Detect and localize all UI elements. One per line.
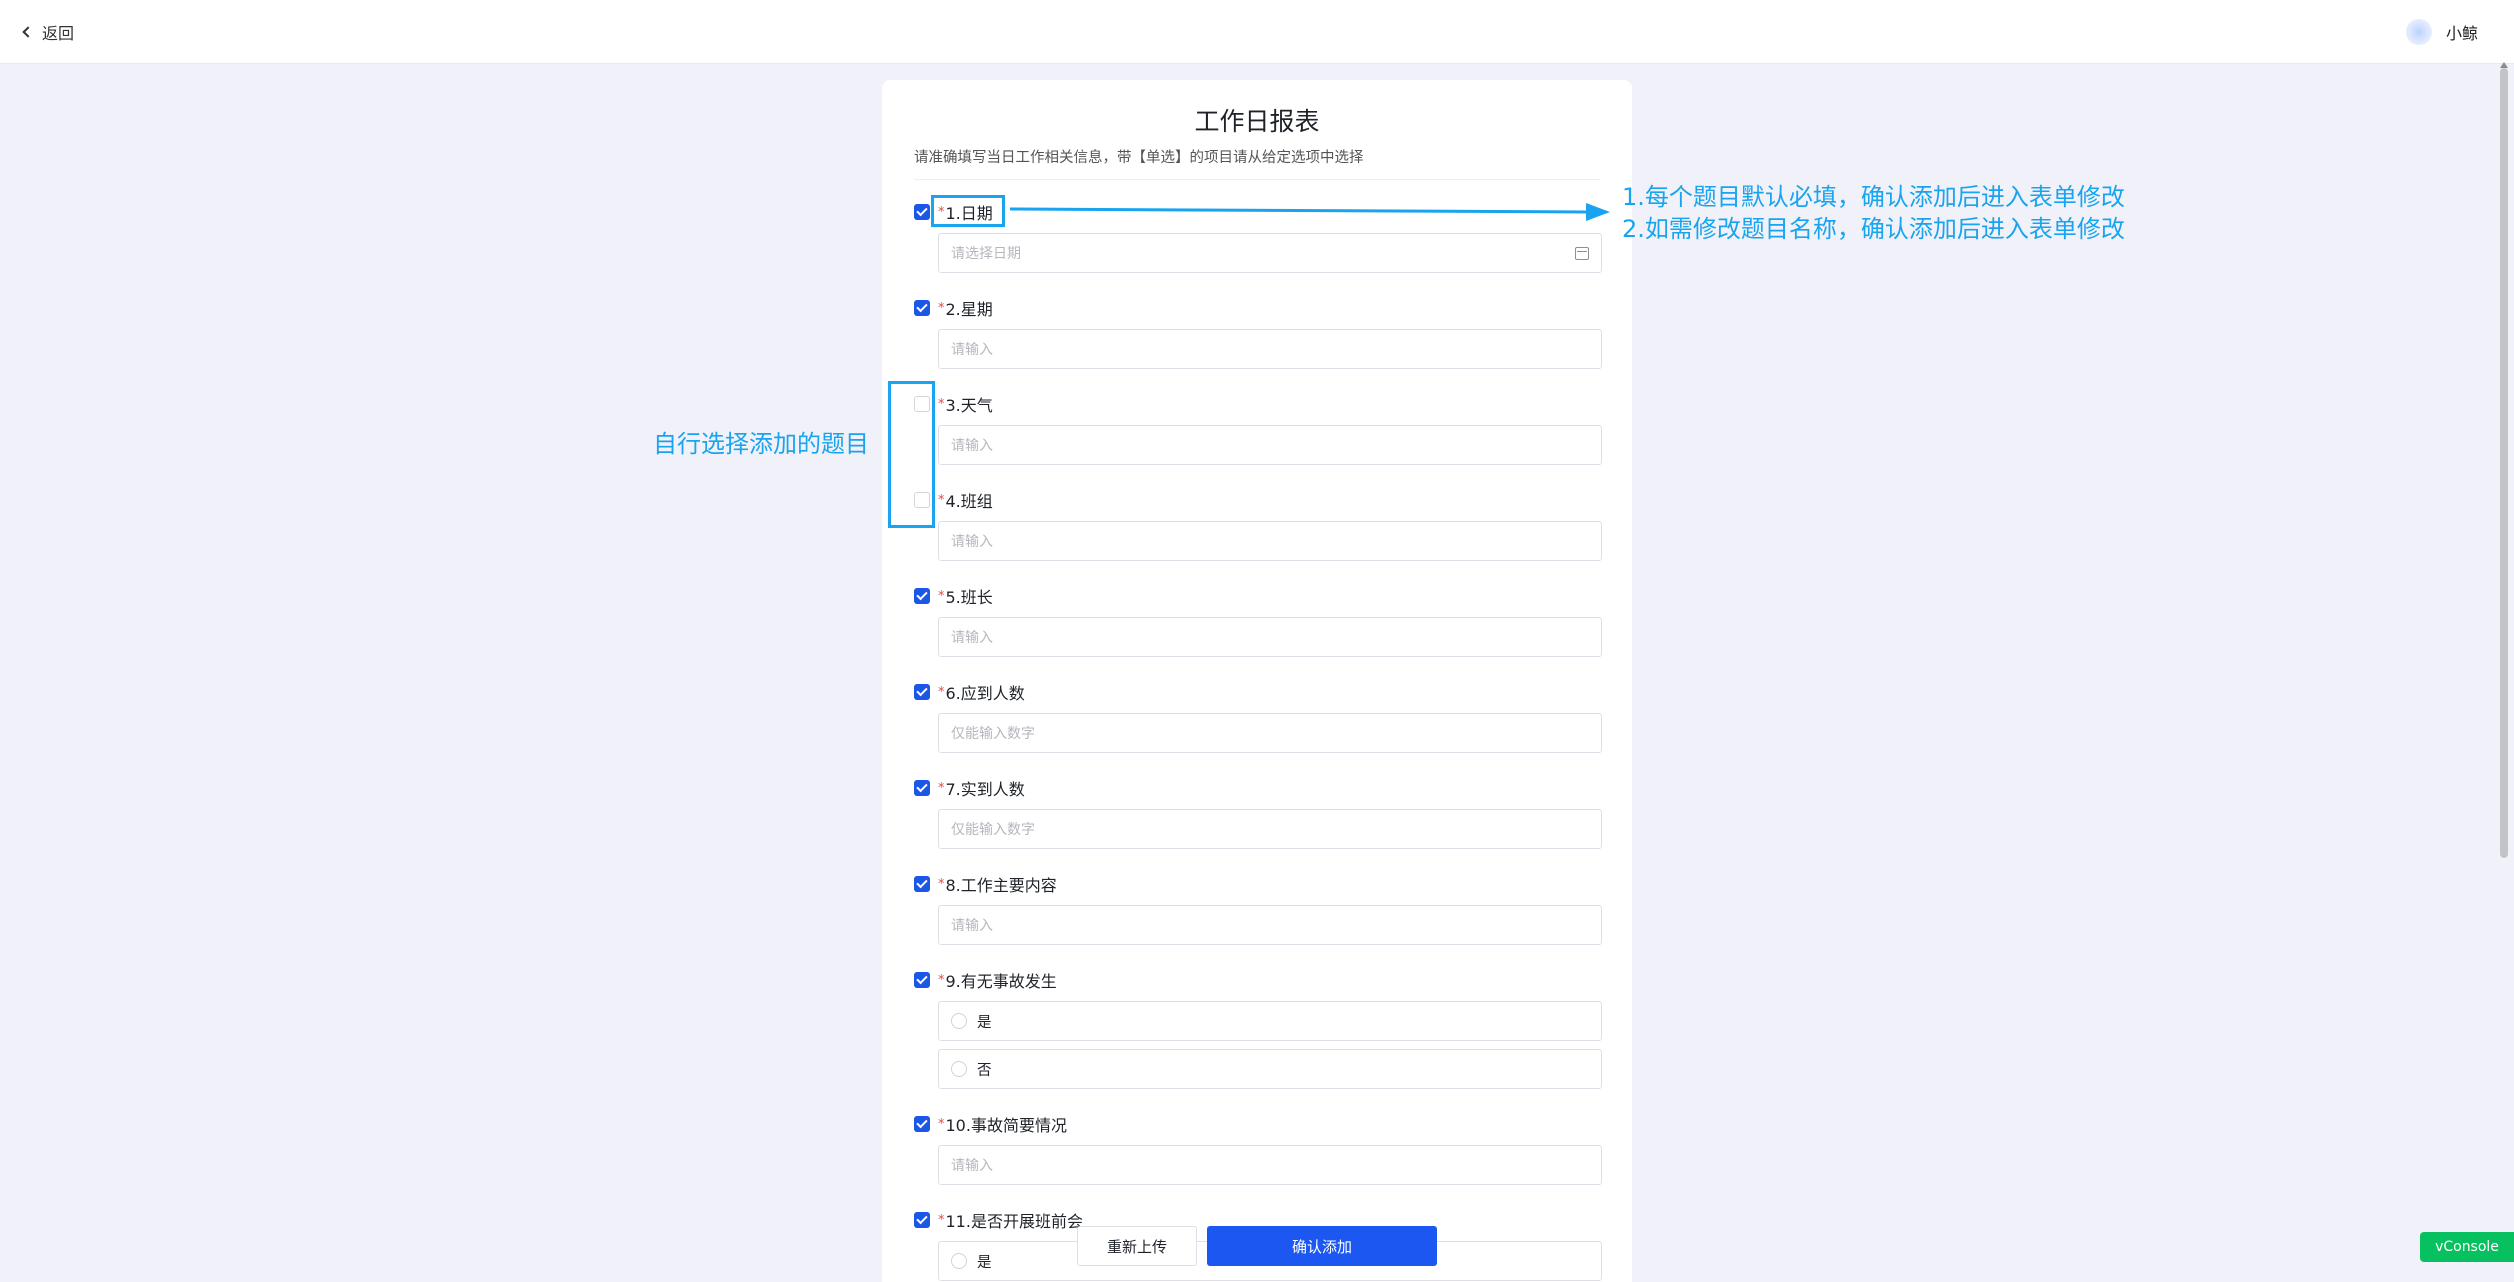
question-label: 2.星期 <box>945 300 993 319</box>
reupload-button[interactable]: 重新上传 <box>1077 1226 1197 1266</box>
input-placeholder: 请输入 <box>951 438 993 454</box>
required-mark: * <box>938 972 945 988</box>
question-checkbox[interactable] <box>914 588 930 604</box>
radio-circle-icon[interactable] <box>951 1061 967 1077</box>
required-mark: * <box>938 396 945 412</box>
number-input[interactable]: 仅能输入数字 <box>938 713 1602 753</box>
radio-circle-icon[interactable] <box>951 1253 967 1269</box>
form-footer: 重新上传 确认添加 <box>1077 1226 1437 1266</box>
user-menu[interactable]: 小鲸 <box>2405 18 2478 46</box>
question-label: 10.事故简要情况 <box>945 1116 1067 1135</box>
back-button[interactable]: 返回 <box>22 18 75 46</box>
radio-option-no[interactable]: 否 <box>938 1049 1602 1089</box>
question-checkbox[interactable] <box>914 684 930 700</box>
calendar-icon[interactable] <box>1575 247 1589 260</box>
annotation-box-checkboxes <box>888 381 935 528</box>
question-checkbox[interactable] <box>914 300 930 316</box>
annotation-note-left: 自行选择添加的题目 <box>653 430 869 458</box>
vconsole-button[interactable]: vConsole <box>2420 1232 2514 1262</box>
form-title: 工作日报表 <box>1194 107 1320 136</box>
input-placeholder: 仅能输入数字 <box>951 726 1035 742</box>
form-card: 工作日报表 请准确填写当日工作相关信息，带【单选】的项目请从给定选项中选择 * … <box>882 80 1632 1282</box>
question-label: 6.应到人数 <box>945 684 1025 703</box>
text-input[interactable]: 请输入 <box>938 521 1602 561</box>
question-label: 3.天气 <box>945 396 993 415</box>
question-label: 8.工作主要内容 <box>945 876 1057 895</box>
option-label: 是 <box>977 1014 992 1031</box>
required-mark: * <box>938 876 945 892</box>
annotation-arrow-icon <box>1010 203 1610 221</box>
input-placeholder: 仅能输入数字 <box>951 822 1035 838</box>
annotation-note-2: 2.如需修改题目名称，确认添加后进入表单修改 <box>1622 215 2125 243</box>
avatar <box>2405 19 2432 45</box>
question-checkbox[interactable] <box>914 1116 930 1132</box>
required-mark: * <box>938 684 945 700</box>
divider <box>914 179 1600 180</box>
question-checkbox[interactable] <box>914 876 930 892</box>
required-mark: * <box>938 1212 945 1228</box>
question-checkbox[interactable] <box>914 972 930 988</box>
question-label: 5.班长 <box>945 588 993 607</box>
question-label: 4.班组 <box>945 492 993 511</box>
question-checkbox[interactable] <box>914 780 930 796</box>
question-checkbox[interactable] <box>914 204 930 220</box>
required-mark: * <box>938 300 945 316</box>
form-description: 请准确填写当日工作相关信息，带【单选】的项目请从给定选项中选择 <box>914 150 1364 166</box>
text-input[interactable]: 请输入 <box>938 1145 1602 1185</box>
text-input[interactable]: 请输入 <box>938 329 1602 369</box>
input-placeholder: 请输入 <box>951 534 993 550</box>
input-placeholder: 请选择日期 <box>951 246 1021 262</box>
input-placeholder: 请输入 <box>951 918 993 934</box>
top-bar: 返回 小鲸 <box>0 0 2514 64</box>
option-label: 否 <box>977 1062 992 1079</box>
text-input[interactable]: 请输入 <box>938 905 1602 945</box>
option-label: 是 <box>977 1254 992 1271</box>
annotation-note-1: 1.每个题目默认必填，确认添加后进入表单修改 <box>1622 183 2125 211</box>
scrollbar-thumb[interactable] <box>2500 68 2508 858</box>
required-mark: * <box>938 588 945 604</box>
text-input[interactable]: 请输入 <box>938 617 1602 657</box>
page-scrollbar[interactable] <box>2500 62 2508 1282</box>
question-checkbox[interactable] <box>914 1212 930 1228</box>
required-mark: * <box>938 1116 945 1132</box>
annotation-box-question-title <box>931 195 1005 227</box>
required-mark: * <box>938 492 945 508</box>
question-label: 7.实到人数 <box>945 780 1025 799</box>
number-input[interactable]: 仅能输入数字 <box>938 809 1602 849</box>
user-name: 小鲸 <box>2445 24 2478 43</box>
question-label: 9.有无事故发生 <box>945 972 1057 991</box>
confirm-add-button[interactable]: 确认添加 <box>1207 1226 1437 1266</box>
date-picker-input[interactable]: 请选择日期 <box>938 233 1602 273</box>
chevron-left-icon <box>22 26 34 38</box>
input-placeholder: 请输入 <box>951 342 993 358</box>
input-placeholder: 请输入 <box>951 630 993 646</box>
text-input[interactable]: 请输入 <box>938 425 1602 465</box>
radio-option-yes[interactable]: 是 <box>938 1001 1602 1041</box>
input-placeholder: 请输入 <box>951 1158 993 1174</box>
question-label: 11.是否开展班前会 <box>945 1212 1083 1231</box>
back-label: 返回 <box>42 24 75 43</box>
required-mark: * <box>938 780 945 796</box>
radio-circle-icon[interactable] <box>951 1013 967 1029</box>
